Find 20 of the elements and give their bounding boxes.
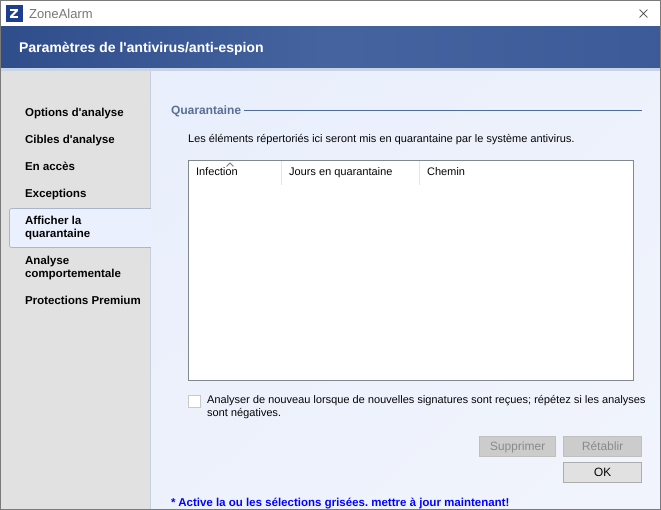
sidebar-item[interactable]: Protections Premium (9, 288, 150, 315)
sidebar-item[interactable]: Afficher la quarantaine (9, 208, 151, 248)
section-description: Les éléments répertoriés ici seront mis en quarantaine par le système antivirus. (188, 132, 576, 147)
column-header[interactable]: Infection (189, 160, 282, 184)
section-title: Quarantaine (171, 102, 242, 119)
sidebar-item[interactable]: Options d'analyse (9, 100, 150, 127)
sidebar-item[interactable]: En accès (9, 154, 150, 181)
column-header[interactable]: Jours en quarantaine (282, 160, 420, 184)
sort-caret-icon (226, 162, 234, 166)
window-title: ZoneAlarm (29, 4, 93, 23)
checkbox-label: Analyser de nouveau lorsque de nouvelles signatures sont reçues; répétez si les analyses sont négatives. (207, 394, 646, 420)
sidebar-item[interactable]: Analyse comportementale (9, 248, 150, 288)
sidebar-item[interactable]: Exceptions (9, 181, 150, 208)
column-header[interactable]: Chemin (420, 160, 633, 184)
checkbox[interactable] (188, 394, 201, 408)
logo-icon (6, 5, 23, 22)
ok-button[interactable]: OK (563, 462, 642, 482)
footer-note: * Active la ou les sélections grisées. mettre à jour maintenant! (171, 496, 510, 509)
header-title: Paramètres de l'antivirus/anti-espion (19, 38, 264, 57)
sidebar-item[interactable]: Cibles d'analyse (9, 127, 150, 154)
